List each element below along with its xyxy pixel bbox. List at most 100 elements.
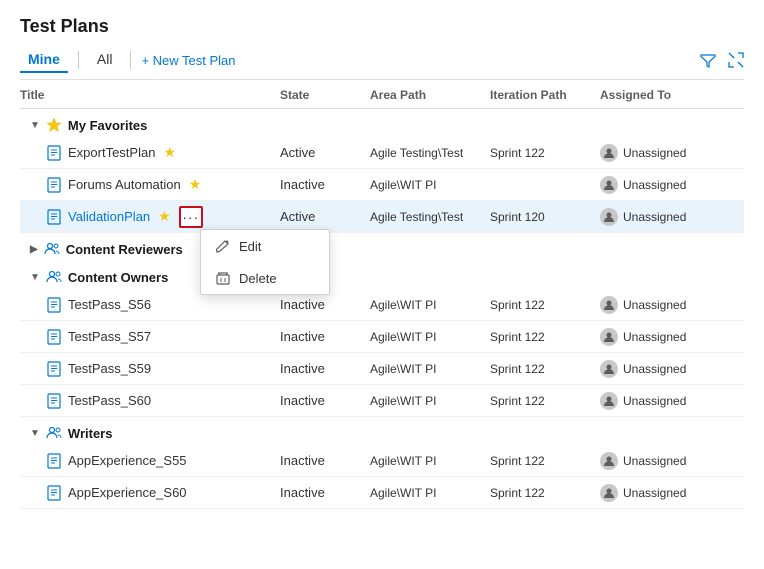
row-title-cell: TestPass_S57 <box>20 329 280 345</box>
row-state: Inactive <box>280 329 370 344</box>
row-title[interactable]: TestPass_S59 <box>68 361 151 376</box>
table-row: TestPass_S59 Inactive Agile\WIT PI Sprin… <box>20 353 744 385</box>
star-icon[interactable]: ★ <box>158 208 171 225</box>
row-area: Agile\WIT PI <box>370 298 490 312</box>
row-area: Agile Testing\Test <box>370 146 490 160</box>
row-assigned: Unassigned <box>600 360 730 378</box>
group-my-favorites[interactable]: ▼ My Favorites <box>20 109 744 137</box>
row-title[interactable]: TestPass_S56 <box>68 297 151 312</box>
row-assigned: Unassigned <box>600 296 730 314</box>
row-assigned: Unassigned <box>600 208 730 226</box>
col-iteration: Iteration Path <box>490 88 600 102</box>
row-iteration: Sprint 122 <box>490 486 600 500</box>
chevron-down-icon: ▼ <box>30 120 40 131</box>
row-title-cell: TestPass_S59 <box>20 361 280 377</box>
context-menu: Edit Delete <box>200 229 330 295</box>
assigned-avatar <box>600 144 618 162</box>
assigned-avatar <box>600 452 618 470</box>
test-plan-icon <box>46 145 62 161</box>
table-row: ExportTestPlan ★ Active Agile Testing\Te… <box>20 137 744 169</box>
test-plan-icon <box>46 297 62 313</box>
row-state: Active <box>280 145 370 160</box>
row-area: Agile\WIT PI <box>370 394 490 408</box>
trash-icon <box>215 270 231 286</box>
menu-item-delete[interactable]: Delete <box>201 262 329 294</box>
row-area: Agile\WIT PI <box>370 362 490 376</box>
page-title: Test Plans <box>20 16 744 37</box>
tab-mine[interactable]: Mine <box>20 47 68 73</box>
row-assigned: Unassigned <box>600 144 730 162</box>
assigned-label: Unassigned <box>623 298 686 312</box>
row-title[interactable]: AppExperience_S55 <box>68 453 187 468</box>
table-row-validation: ValidationPlan ★ ··· Active Agile Testin… <box>20 201 744 233</box>
row-title[interactable]: TestPass_S60 <box>68 393 151 408</box>
row-assigned: Unassigned <box>600 452 730 470</box>
test-plan-icon <box>46 393 62 409</box>
table-row: Forums Automation ★ Inactive Agile\WIT P… <box>20 169 744 201</box>
row-iteration: Sprint 122 <box>490 298 600 312</box>
test-plan-icon <box>46 209 62 225</box>
row-title[interactable]: Forums Automation <box>68 177 181 192</box>
tab-divider <box>78 51 79 69</box>
row-title[interactable]: ValidationPlan <box>68 209 150 224</box>
row-area: Agile\WIT PI <box>370 486 490 500</box>
row-title[interactable]: ExportTestPlan <box>68 145 155 160</box>
table-body: ▼ My Favorites ExportTestPlan ★ Active A… <box>20 109 744 569</box>
chevron-down-icon: ▼ <box>30 272 40 283</box>
row-state: Inactive <box>280 177 370 192</box>
assigned-label: Unassigned <box>623 146 686 160</box>
assigned-label: Unassigned <box>623 394 686 408</box>
row-assigned: Unassigned <box>600 392 730 410</box>
row-iteration: Sprint 122 <box>490 330 600 344</box>
table-row: TestPass_S56 Inactive Agile\WIT PI Sprin… <box>20 289 744 321</box>
row-title-cell: ExportTestPlan ★ <box>20 144 280 161</box>
group-content-reviewers[interactable]: ▶ Content Reviewers <box>20 233 744 261</box>
col-area: Area Path <box>370 88 490 102</box>
menu-item-edit[interactable]: Edit <box>201 230 329 262</box>
row-state: Inactive <box>280 297 370 312</box>
more-actions-button[interactable]: ··· <box>179 206 203 228</box>
assigned-label: Unassigned <box>623 210 686 224</box>
chevron-right-icon: ▶ <box>30 244 38 255</box>
group-content-owners[interactable]: ▼ Content Owners <box>20 261 744 289</box>
row-title-cell: TestPass_S60 <box>20 393 280 409</box>
assigned-avatar <box>600 328 618 346</box>
group-label: Writers <box>68 426 113 441</box>
test-plan-icon <box>46 329 62 345</box>
group-label: Content Owners <box>68 270 168 285</box>
col-assigned: Assigned To <box>600 88 730 102</box>
row-area: Agile\WIT PI <box>370 178 490 192</box>
group-users-icon <box>46 269 62 285</box>
row-assigned: Unassigned <box>600 484 730 502</box>
row-state: Inactive <box>280 453 370 468</box>
assigned-label: Unassigned <box>623 454 686 468</box>
assigned-label: Unassigned <box>623 362 686 376</box>
row-assigned: Unassigned <box>600 328 730 346</box>
row-title-cell: AppExperience_S55 <box>20 453 280 469</box>
star-icon[interactable]: ★ <box>189 176 202 193</box>
row-title[interactable]: TestPass_S57 <box>68 329 151 344</box>
row-title[interactable]: AppExperience_S60 <box>68 485 187 500</box>
assigned-label: Unassigned <box>623 330 686 344</box>
row-area: Agile\WIT PI <box>370 454 490 468</box>
expand-icon <box>728 52 744 68</box>
toolbar: Mine All + New Test Plan <box>20 47 744 80</box>
expand-button[interactable] <box>728 52 744 68</box>
assigned-avatar <box>600 296 618 314</box>
favorites-group-icon <box>46 117 62 133</box>
tab-all[interactable]: All <box>89 47 121 73</box>
table-header: Title State Area Path Iteration Path Ass… <box>20 80 744 109</box>
star-icon[interactable]: ★ <box>163 144 176 161</box>
row-title-cell: TestPass_S56 <box>20 297 280 313</box>
delete-label: Delete <box>239 271 277 286</box>
new-test-plan-button[interactable]: + New Test Plan <box>141 53 235 68</box>
row-state: Inactive <box>280 361 370 376</box>
group-users-icon <box>44 241 60 257</box>
assigned-label: Unassigned <box>623 486 686 500</box>
group-writers[interactable]: ▼ Writers <box>20 417 744 445</box>
filter-button[interactable] <box>700 52 716 68</box>
assigned-avatar <box>600 484 618 502</box>
row-state: Inactive <box>280 393 370 408</box>
row-iteration: Sprint 122 <box>490 362 600 376</box>
tab-divider-2 <box>130 51 131 69</box>
